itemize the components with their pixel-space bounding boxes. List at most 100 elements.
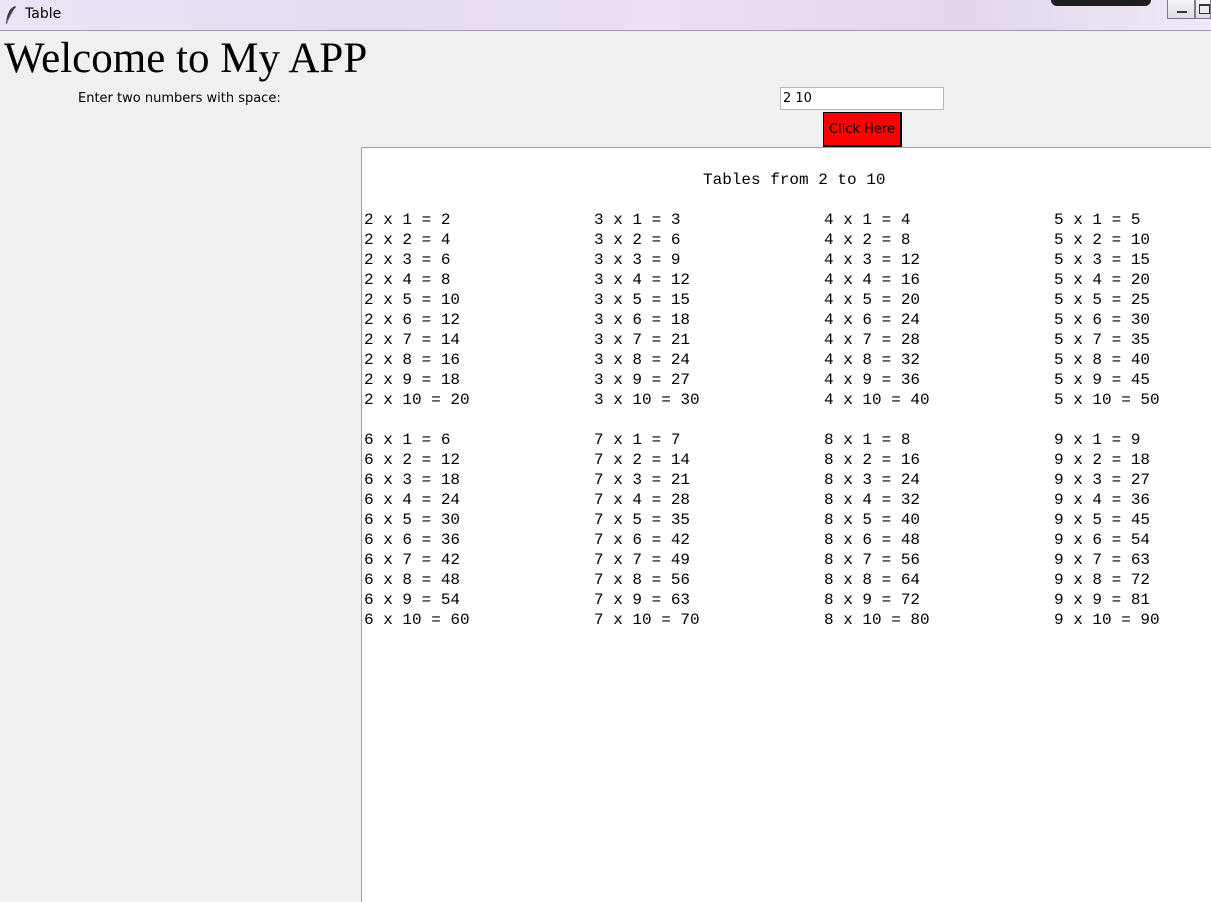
table-line: 5 x 6 = 30 bbox=[1054, 311, 1151, 329]
table-line: 8 x 7 = 56 bbox=[824, 551, 921, 569]
table-line: 3 x 4 = 12 bbox=[594, 271, 691, 289]
table-line: 3 x 2 = 6 bbox=[594, 231, 681, 249]
table-line: 9 x 8 = 72 bbox=[1054, 571, 1151, 589]
multiplication-table-9: 9 x 1 = 9 9 x 2 = 18 9 x 3 = 27 9 x 4 = 36 9… bbox=[1054, 430, 1160, 630]
table-line: 7 x 9 = 63 bbox=[594, 591, 691, 609]
table-line: 7 x 5 = 35 bbox=[594, 511, 691, 529]
table-line: 8 x 5 = 40 bbox=[824, 511, 921, 529]
table-line: 5 x 3 = 15 bbox=[1054, 251, 1151, 269]
table-line: 4 x 1 = 4 bbox=[824, 211, 911, 229]
table-line: 4 x 9 = 36 bbox=[824, 371, 921, 389]
table-line: 8 x 8 = 64 bbox=[824, 571, 921, 589]
table-line: 2 x 9 = 18 bbox=[364, 371, 461, 389]
table-line: 4 x 2 = 8 bbox=[824, 231, 911, 249]
table-line: 8 x 9 = 72 bbox=[824, 591, 921, 609]
table-line: 5 x 8 = 40 bbox=[1054, 351, 1151, 369]
table-line: 4 x 7 = 28 bbox=[824, 331, 921, 349]
minimize-button[interactable] bbox=[1167, 0, 1195, 19]
table-line: 6 x 8 = 48 bbox=[364, 571, 461, 589]
window-titlebar[interactable]: Table bbox=[0, 0, 1211, 31]
table-line: 7 x 6 = 42 bbox=[594, 531, 691, 549]
table-line: 3 x 9 = 27 bbox=[594, 371, 691, 389]
table-line: 9 x 9 = 81 bbox=[1054, 591, 1151, 609]
numbers-input[interactable] bbox=[780, 87, 944, 110]
table-line: 7 x 2 = 14 bbox=[594, 451, 691, 469]
table-line: 9 x 2 = 18 bbox=[1054, 451, 1151, 469]
table-line: 5 x 2 = 10 bbox=[1054, 231, 1151, 249]
feather-icon bbox=[6, 6, 16, 24]
table-line: 6 x 2 = 12 bbox=[364, 451, 461, 469]
table-line: 5 x 4 = 20 bbox=[1054, 271, 1151, 289]
table-line: 4 x 8 = 32 bbox=[824, 351, 921, 369]
multiplication-table-2: 2 x 1 = 2 2 x 2 = 4 2 x 3 = 6 2 x 4 = 8 2 x … bbox=[364, 210, 470, 410]
table-line: 6 x 3 = 18 bbox=[364, 471, 461, 489]
table-line: 4 x 6 = 24 bbox=[824, 311, 921, 329]
table-line: 2 x 1 = 2 bbox=[364, 211, 451, 229]
table-line: 6 x 10 = 60 bbox=[364, 611, 470, 629]
table-line: 6 x 1 = 6 bbox=[364, 431, 451, 449]
table-line: 9 x 5 = 45 bbox=[1054, 511, 1151, 529]
multiplication-table-4: 4 x 1 = 4 4 x 2 = 8 4 x 3 = 12 4 x 4 = 16 4 … bbox=[824, 210, 930, 410]
table-line: 3 x 6 = 18 bbox=[594, 311, 691, 329]
table-line: 5 x 5 = 25 bbox=[1054, 291, 1151, 309]
table-line: 7 x 1 = 7 bbox=[594, 431, 681, 449]
table-line: 2 x 5 = 10 bbox=[364, 291, 461, 309]
table-line: 6 x 4 = 24 bbox=[364, 491, 461, 509]
table-line: 7 x 4 = 28 bbox=[594, 491, 691, 509]
table-line: 3 x 3 = 9 bbox=[594, 251, 681, 269]
table-line: 7 x 8 = 56 bbox=[594, 571, 691, 589]
tables-output-panel[interactable]: Tables from 2 to 10 2 x 1 = 22 x 2 = 42 … bbox=[361, 147, 1211, 902]
table-line: 9 x 6 = 54 bbox=[1054, 531, 1151, 549]
table-line: 6 x 5 = 30 bbox=[364, 511, 461, 529]
table-line: 8 x 4 = 32 bbox=[824, 491, 921, 509]
maximize-button[interactable] bbox=[1195, 0, 1211, 19]
table-line: 8 x 10 = 80 bbox=[824, 611, 930, 629]
multiplication-table-5: 5 x 1 = 5 5 x 2 = 10 5 x 3 = 15 5 x 4 = 20 5… bbox=[1054, 210, 1160, 410]
multiplication-table-6: 6 x 1 = 6 6 x 2 = 12 6 x 3 = 18 6 x 4 = 24 6… bbox=[364, 430, 470, 630]
table-line: 3 x 8 = 24 bbox=[594, 351, 691, 369]
table-line: 3 x 10 = 30 bbox=[594, 391, 700, 409]
table-line: 3 x 5 = 15 bbox=[594, 291, 691, 309]
table-line: 2 x 10 = 20 bbox=[364, 391, 470, 409]
table-line: 7 x 3 = 21 bbox=[594, 471, 691, 489]
table-line: 4 x 5 = 20 bbox=[824, 291, 921, 309]
page-heading: Welcome to My APP bbox=[4, 35, 368, 82]
multiplication-table-7: 7 x 1 = 7 7 x 2 = 14 7 x 3 = 21 7 x 4 = 28 7… bbox=[594, 430, 700, 630]
numbers-prompt-label: Enter two numbers with space: bbox=[78, 91, 281, 106]
table-line: 8 x 6 = 48 bbox=[824, 531, 921, 549]
table-line: 9 x 1 = 9 bbox=[1054, 431, 1141, 449]
table-line: 2 x 3 = 6 bbox=[364, 251, 451, 269]
table-line: 5 x 7 = 35 bbox=[1054, 331, 1151, 349]
table-line: 5 x 9 = 45 bbox=[1054, 371, 1151, 389]
table-line: 7 x 7 = 49 bbox=[594, 551, 691, 569]
table-line: 8 x 3 = 24 bbox=[824, 471, 921, 489]
table-line: 9 x 7 = 63 bbox=[1054, 551, 1151, 569]
table-line: 9 x 4 = 36 bbox=[1054, 491, 1151, 509]
titlebar-decoration bbox=[1051, 0, 1151, 6]
table-line: 4 x 4 = 16 bbox=[824, 271, 921, 289]
tables-title: Tables from 2 to 10 bbox=[703, 171, 886, 189]
table-line: 2 x 4 = 8 bbox=[364, 271, 451, 289]
table-line: 4 x 10 = 40 bbox=[824, 391, 930, 409]
window-controls bbox=[1167, 0, 1211, 21]
table-line: 4 x 3 = 12 bbox=[824, 251, 921, 269]
table-line: 2 x 7 = 14 bbox=[364, 331, 461, 349]
table-line: 9 x 10 = 90 bbox=[1054, 611, 1160, 629]
window-title: Table bbox=[25, 6, 62, 22]
table-line: 2 x 8 = 16 bbox=[364, 351, 461, 369]
multiplication-table-3: 3 x 1 = 3 3 x 2 = 6 3 x 3 = 9 3 x 4 = 12 3 x… bbox=[594, 210, 700, 410]
table-line: 3 x 7 = 21 bbox=[594, 331, 691, 349]
click-here-button[interactable]: Click Here bbox=[823, 112, 902, 147]
table-line: 5 x 1 = 5 bbox=[1054, 211, 1141, 229]
multiplication-table-8: 8 x 1 = 8 8 x 2 = 16 8 x 3 = 24 8 x 4 = 32 8… bbox=[824, 430, 930, 630]
table-line: 8 x 1 = 8 bbox=[824, 431, 911, 449]
table-line: 5 x 10 = 50 bbox=[1054, 391, 1160, 409]
table-line: 9 x 3 = 27 bbox=[1054, 471, 1151, 489]
table-line: 2 x 2 = 4 bbox=[364, 231, 451, 249]
table-line: 3 x 1 = 3 bbox=[594, 211, 681, 229]
table-line: 2 x 6 = 12 bbox=[364, 311, 461, 329]
table-line: 6 x 9 = 54 bbox=[364, 591, 461, 609]
table-line: 6 x 7 = 42 bbox=[364, 551, 461, 569]
table-line: 7 x 10 = 70 bbox=[594, 611, 700, 629]
table-line: 6 x 6 = 36 bbox=[364, 531, 461, 549]
